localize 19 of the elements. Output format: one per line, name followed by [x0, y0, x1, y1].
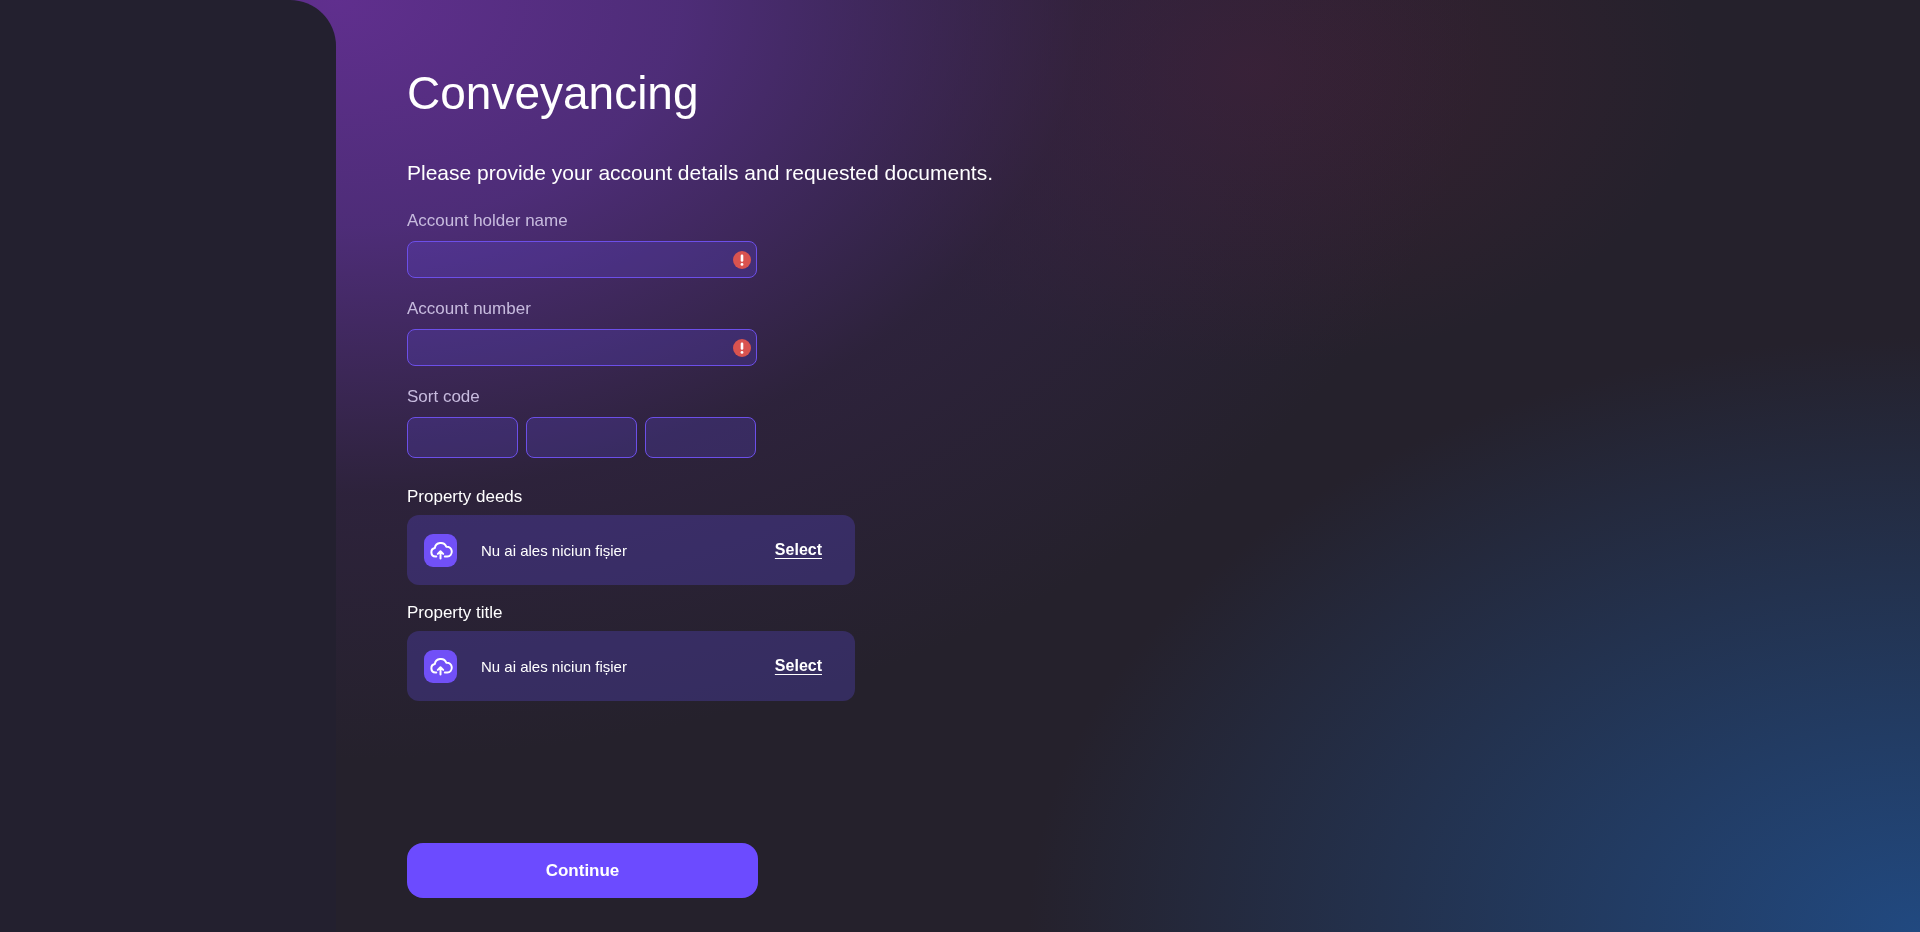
file-status-text: Nu ai ales niciun fișier	[481, 657, 627, 675]
sort-code-field[interactable]	[645, 417, 756, 458]
input-field[interactable]	[407, 329, 757, 366]
file-status-text: Nu ai ales niciun fișier	[481, 541, 627, 559]
field-label: Property title	[407, 603, 504, 623]
sort-code-field[interactable]	[526, 417, 637, 458]
select-link[interactable]: Select	[774, 657, 822, 675]
field-label: Property deeds	[407, 487, 524, 507]
field-label: Account number	[407, 299, 532, 319]
page-subtitle: Please provide your account details and requested documents.	[407, 160, 994, 186]
field-label: Sort code	[407, 387, 481, 407]
select-link[interactable]: Select	[774, 541, 822, 559]
input-field[interactable]	[407, 241, 757, 278]
cloud-upload-icon	[424, 533, 457, 567]
sort-code-field[interactable]	[407, 417, 518, 458]
continue-button[interactable]: Continue	[407, 843, 758, 898]
cloud-upload-icon	[424, 649, 457, 683]
field-label: Account holder name	[407, 211, 569, 231]
page-title: Conveyancing	[407, 66, 699, 121]
